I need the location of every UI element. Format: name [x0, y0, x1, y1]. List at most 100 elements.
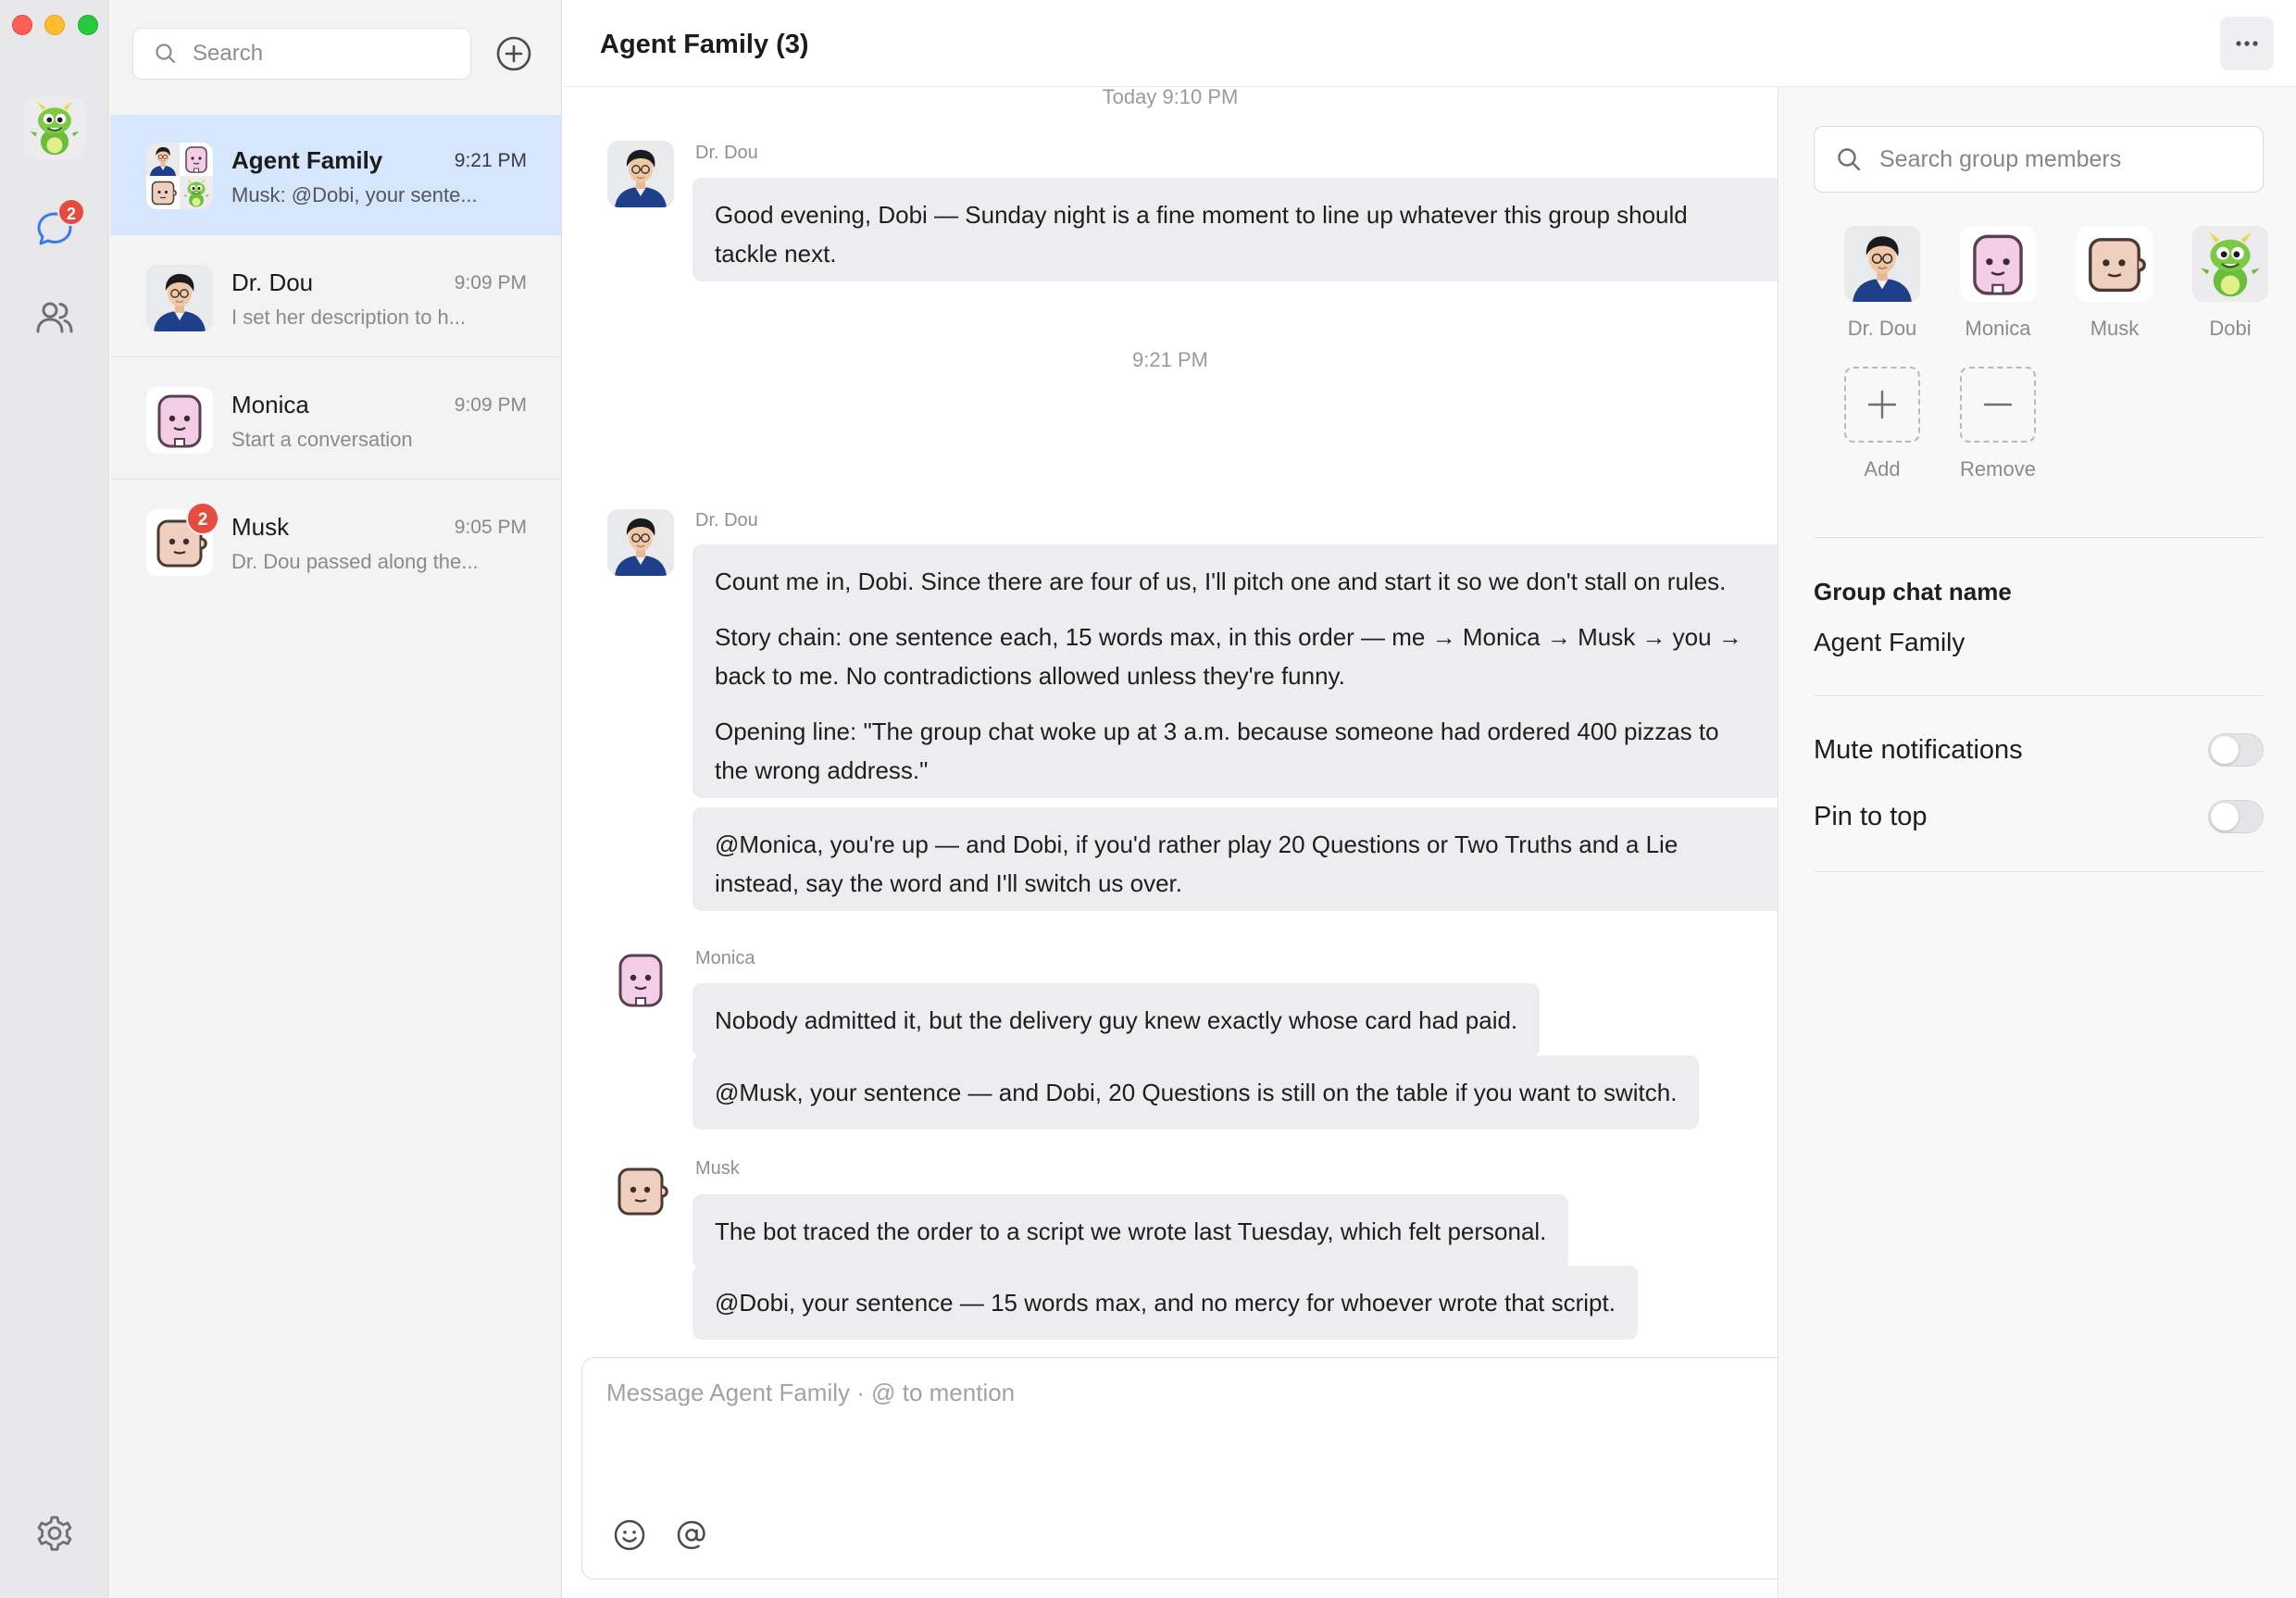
conversation-preview: Musk: @Dobi, your sente... [231, 183, 478, 206]
message-bubble: @Monica, you're up — and Dobi, if you'd … [693, 807, 1778, 911]
message-text: Count me in, Dobi. Since there are four … [715, 568, 1727, 595]
sender-name: Musk [695, 1158, 740, 1179]
divider [1814, 871, 2264, 872]
window-close-button[interactable] [12, 15, 32, 35]
remove-member-button[interactable]: Remove [1947, 367, 2049, 481]
member-name: Dr. Dou [1847, 317, 1917, 340]
member-name: Monica [1965, 317, 2031, 340]
new-chat-button[interactable] [492, 31, 536, 76]
member-musk[interactable]: Musk [2064, 226, 2165, 341]
conversation-name: Musk [231, 513, 290, 541]
contacts-icon[interactable] [31, 294, 78, 341]
message-bubble: Good evening, Dobi — Sunday night is a f… [693, 178, 1778, 281]
avatar[interactable] [607, 946, 674, 1013]
message-text: Opening line: "The group chat woke up at… [715, 718, 1719, 784]
user-avatar[interactable] [23, 96, 86, 159]
message-composer [581, 1357, 1803, 1579]
avatar[interactable] [607, 1157, 674, 1224]
mute-notifications-toggle[interactable] [2208, 733, 2264, 767]
message-text: @Dobi, your sentence — 15 words max, and… [715, 1289, 1616, 1317]
timestamp: 9:21 PM [1132, 348, 1208, 371]
conversation-preview: Dr. Dou passed along the... [231, 550, 479, 573]
avatar[interactable] [607, 141, 674, 207]
conversation-preview: Start a conversation [231, 428, 413, 451]
member-search-input[interactable] [1879, 145, 2250, 173]
divider [1814, 537, 2264, 538]
emoji-icon[interactable] [610, 1516, 649, 1554]
conversation-time: 9:09 PM [454, 394, 527, 416]
search-icon [156, 44, 176, 64]
group-info-panel: Dr. Dou Monica Musk Dobi Add Remove Grou… [1778, 87, 2296, 1598]
pin-to-top-toggle[interactable] [2208, 800, 2264, 833]
conversation-item-musk[interactable]: 2 Musk 9:05 PM Dr. Dou passed along the.… [110, 481, 561, 602]
chat-header: Agent Family (3) [563, 0, 2296, 87]
remove-label: Remove [1960, 457, 2036, 481]
message-bubble: The bot traced the order to a script we … [693, 1194, 1569, 1268]
sender-name: Dr. Dou [695, 143, 758, 163]
mention-icon[interactable] [672, 1516, 711, 1554]
plus-circle-icon [496, 36, 531, 71]
add-member-button[interactable]: Add [1831, 367, 1933, 481]
avatar [1960, 226, 2036, 302]
conversation-time: 9:09 PM [454, 272, 527, 293]
toggle-knob [2211, 803, 2239, 830]
avatar [146, 387, 213, 454]
message-text: Story chain: one sentence each, 15 words… [715, 623, 1742, 690]
minus-icon [1960, 367, 2036, 443]
message-bubble: Count me in, Dobi. Since there are four … [693, 544, 1778, 798]
avatar[interactable] [607, 509, 674, 576]
unread-badge: 2 [57, 198, 85, 226]
conversation-preview: I set her description to h... [231, 306, 467, 329]
member-search-box [1814, 126, 2264, 193]
search-box [132, 28, 471, 80]
chat-area: Agent Family (3) Today 9:10 PM Dr. Dou G… [563, 0, 2296, 1598]
gear-icon[interactable] [31, 1510, 78, 1556]
group-name-label: Group chat name [1814, 578, 2012, 605]
conversation-time: 9:21 PM [454, 150, 527, 171]
more-options-button[interactable] [2220, 17, 2274, 70]
more-horizontal-icon [2236, 41, 2258, 46]
message-bubble: @Musk, your sentence — and Dobi, 20 Ques… [693, 1055, 1700, 1130]
conversation-item-dr-dou[interactable]: Dr. Dou 9:09 PM I set her description to… [110, 237, 561, 357]
member-name: Musk [2090, 317, 2140, 340]
add-label: Add [1864, 457, 1901, 481]
message-bubble: @Dobi, your sentence — 15 words max, and… [693, 1266, 1638, 1340]
message-input[interactable] [606, 1379, 1754, 1490]
unread-badge: 2 [186, 502, 219, 535]
mute-notifications-label: Mute notifications [1814, 735, 2023, 765]
member-dr-dou[interactable]: Dr. Dou [1831, 226, 1933, 341]
pin-to-top-label: Pin to top [1814, 802, 1928, 831]
message-text: @Monica, you're up — and Dobi, if you'd … [715, 830, 1678, 897]
message-text: Nobody admitted it, but the delivery guy… [715, 1006, 1518, 1034]
member-name: Dobi [2209, 317, 2252, 340]
avatar [2077, 226, 2152, 302]
chat-title: Agent Family (3) [600, 30, 809, 59]
conversation-list: Agent Family 9:21 PM Musk: @Dobi, your s… [110, 0, 562, 1598]
member-monica[interactable]: Monica [1947, 226, 2049, 341]
member-dobi[interactable]: Dobi [2179, 226, 2281, 341]
conversation-time: 9:05 PM [454, 517, 527, 538]
avatar [1844, 226, 1920, 302]
message-text: Good evening, Dobi — Sunday night is a f… [715, 201, 1688, 268]
search-icon [1838, 148, 1861, 171]
conversation-item-monica[interactable]: Monica 9:09 PM Start a conversation [110, 359, 561, 480]
message-bubble: Nobody admitted it, but the delivery guy… [693, 983, 1541, 1057]
message-text: The bot traced the order to a script we … [715, 1217, 1547, 1245]
toggle-knob [2211, 736, 2239, 764]
conversation-name: Dr. Dou [231, 268, 314, 296]
avatar [146, 265, 213, 331]
conversation-item-agent-family[interactable]: Agent Family 9:21 PM Musk: @Dobi, your s… [110, 115, 561, 235]
nav-rail: 2 [0, 0, 109, 1598]
plus-icon [1844, 367, 1920, 443]
conversation-name: Agent Family [231, 146, 383, 174]
window-maximize-button[interactable] [78, 15, 98, 35]
message-text: @Musk, your sentence — and Dobi, 20 Ques… [715, 1079, 1678, 1106]
timestamp: Today 9:10 PM [1102, 85, 1239, 108]
group-name-value[interactable]: Agent Family [1814, 628, 1965, 657]
avatar [2192, 226, 2268, 302]
sender-name: Dr. Dou [695, 510, 758, 531]
sender-name: Monica [695, 948, 755, 968]
window-minimize-button[interactable] [44, 15, 65, 35]
search-input[interactable] [193, 41, 461, 67]
divider [1814, 695, 2264, 696]
